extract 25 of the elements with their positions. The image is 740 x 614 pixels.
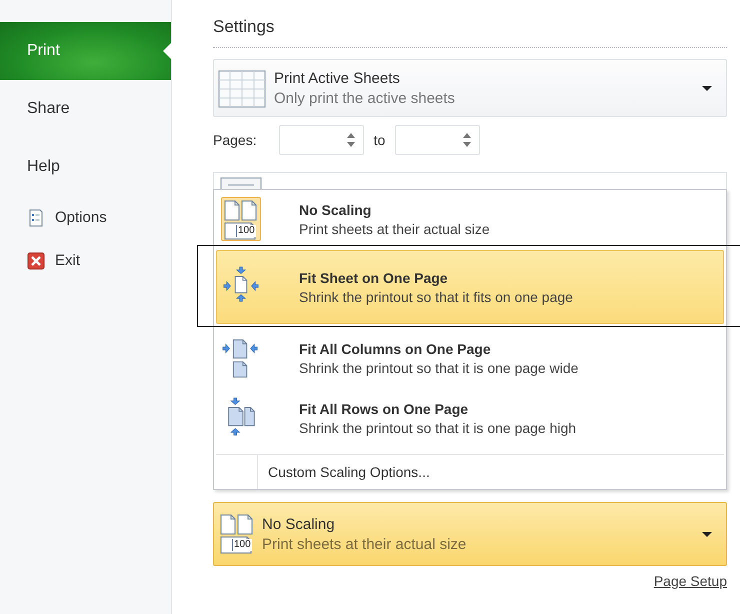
field-label: to	[374, 132, 386, 148]
menu-item[interactable]: Fit Sheet on One Page Shrink the printout so that it fits on one page	[216, 250, 724, 324]
options-command[interactable]: Options	[0, 196, 171, 239]
caret-icon	[702, 532, 712, 536]
caret-icon	[702, 86, 712, 90]
document-icon	[27, 208, 45, 226]
no-scaling-icon: 100	[221, 197, 261, 241]
menu-item[interactable]: Fit All Columns on One Page Shrink the printout so that it is one page wide	[216, 328, 724, 388]
page-number-field[interactable]	[278, 125, 364, 155]
print-what-dropdown[interactable]: Print Active Sheets Only print the active sheets	[213, 59, 727, 117]
page-number-field[interactable]	[395, 125, 480, 155]
menu-item[interactable]: Fit All Rows on One Page Shrink the printout so that it is one page high	[216, 388, 724, 448]
section-heading: Settings	[213, 16, 276, 38]
scaling-dropdown[interactable]: 100 No Scaling Print sheets at their actual size	[213, 502, 727, 566]
spinner-icon	[346, 132, 355, 148]
menu-item[interactable]: Custom Scaling Options...	[257, 455, 726, 489]
spinner-icon	[463, 132, 472, 148]
page-setup-link[interactable]: Page Setup	[654, 573, 727, 589]
menu-item[interactable]: 100 No Scaling Print sheets at their actual size	[216, 192, 724, 246]
nav-tab[interactable]: Help	[0, 138, 171, 196]
field-label: Pages:	[213, 132, 257, 148]
nav-tab[interactable]: Share	[0, 80, 171, 138]
nav-tab[interactable]: Print	[0, 22, 171, 80]
exit-command[interactable]: Exit	[0, 239, 171, 282]
close-icon	[27, 252, 45, 270]
